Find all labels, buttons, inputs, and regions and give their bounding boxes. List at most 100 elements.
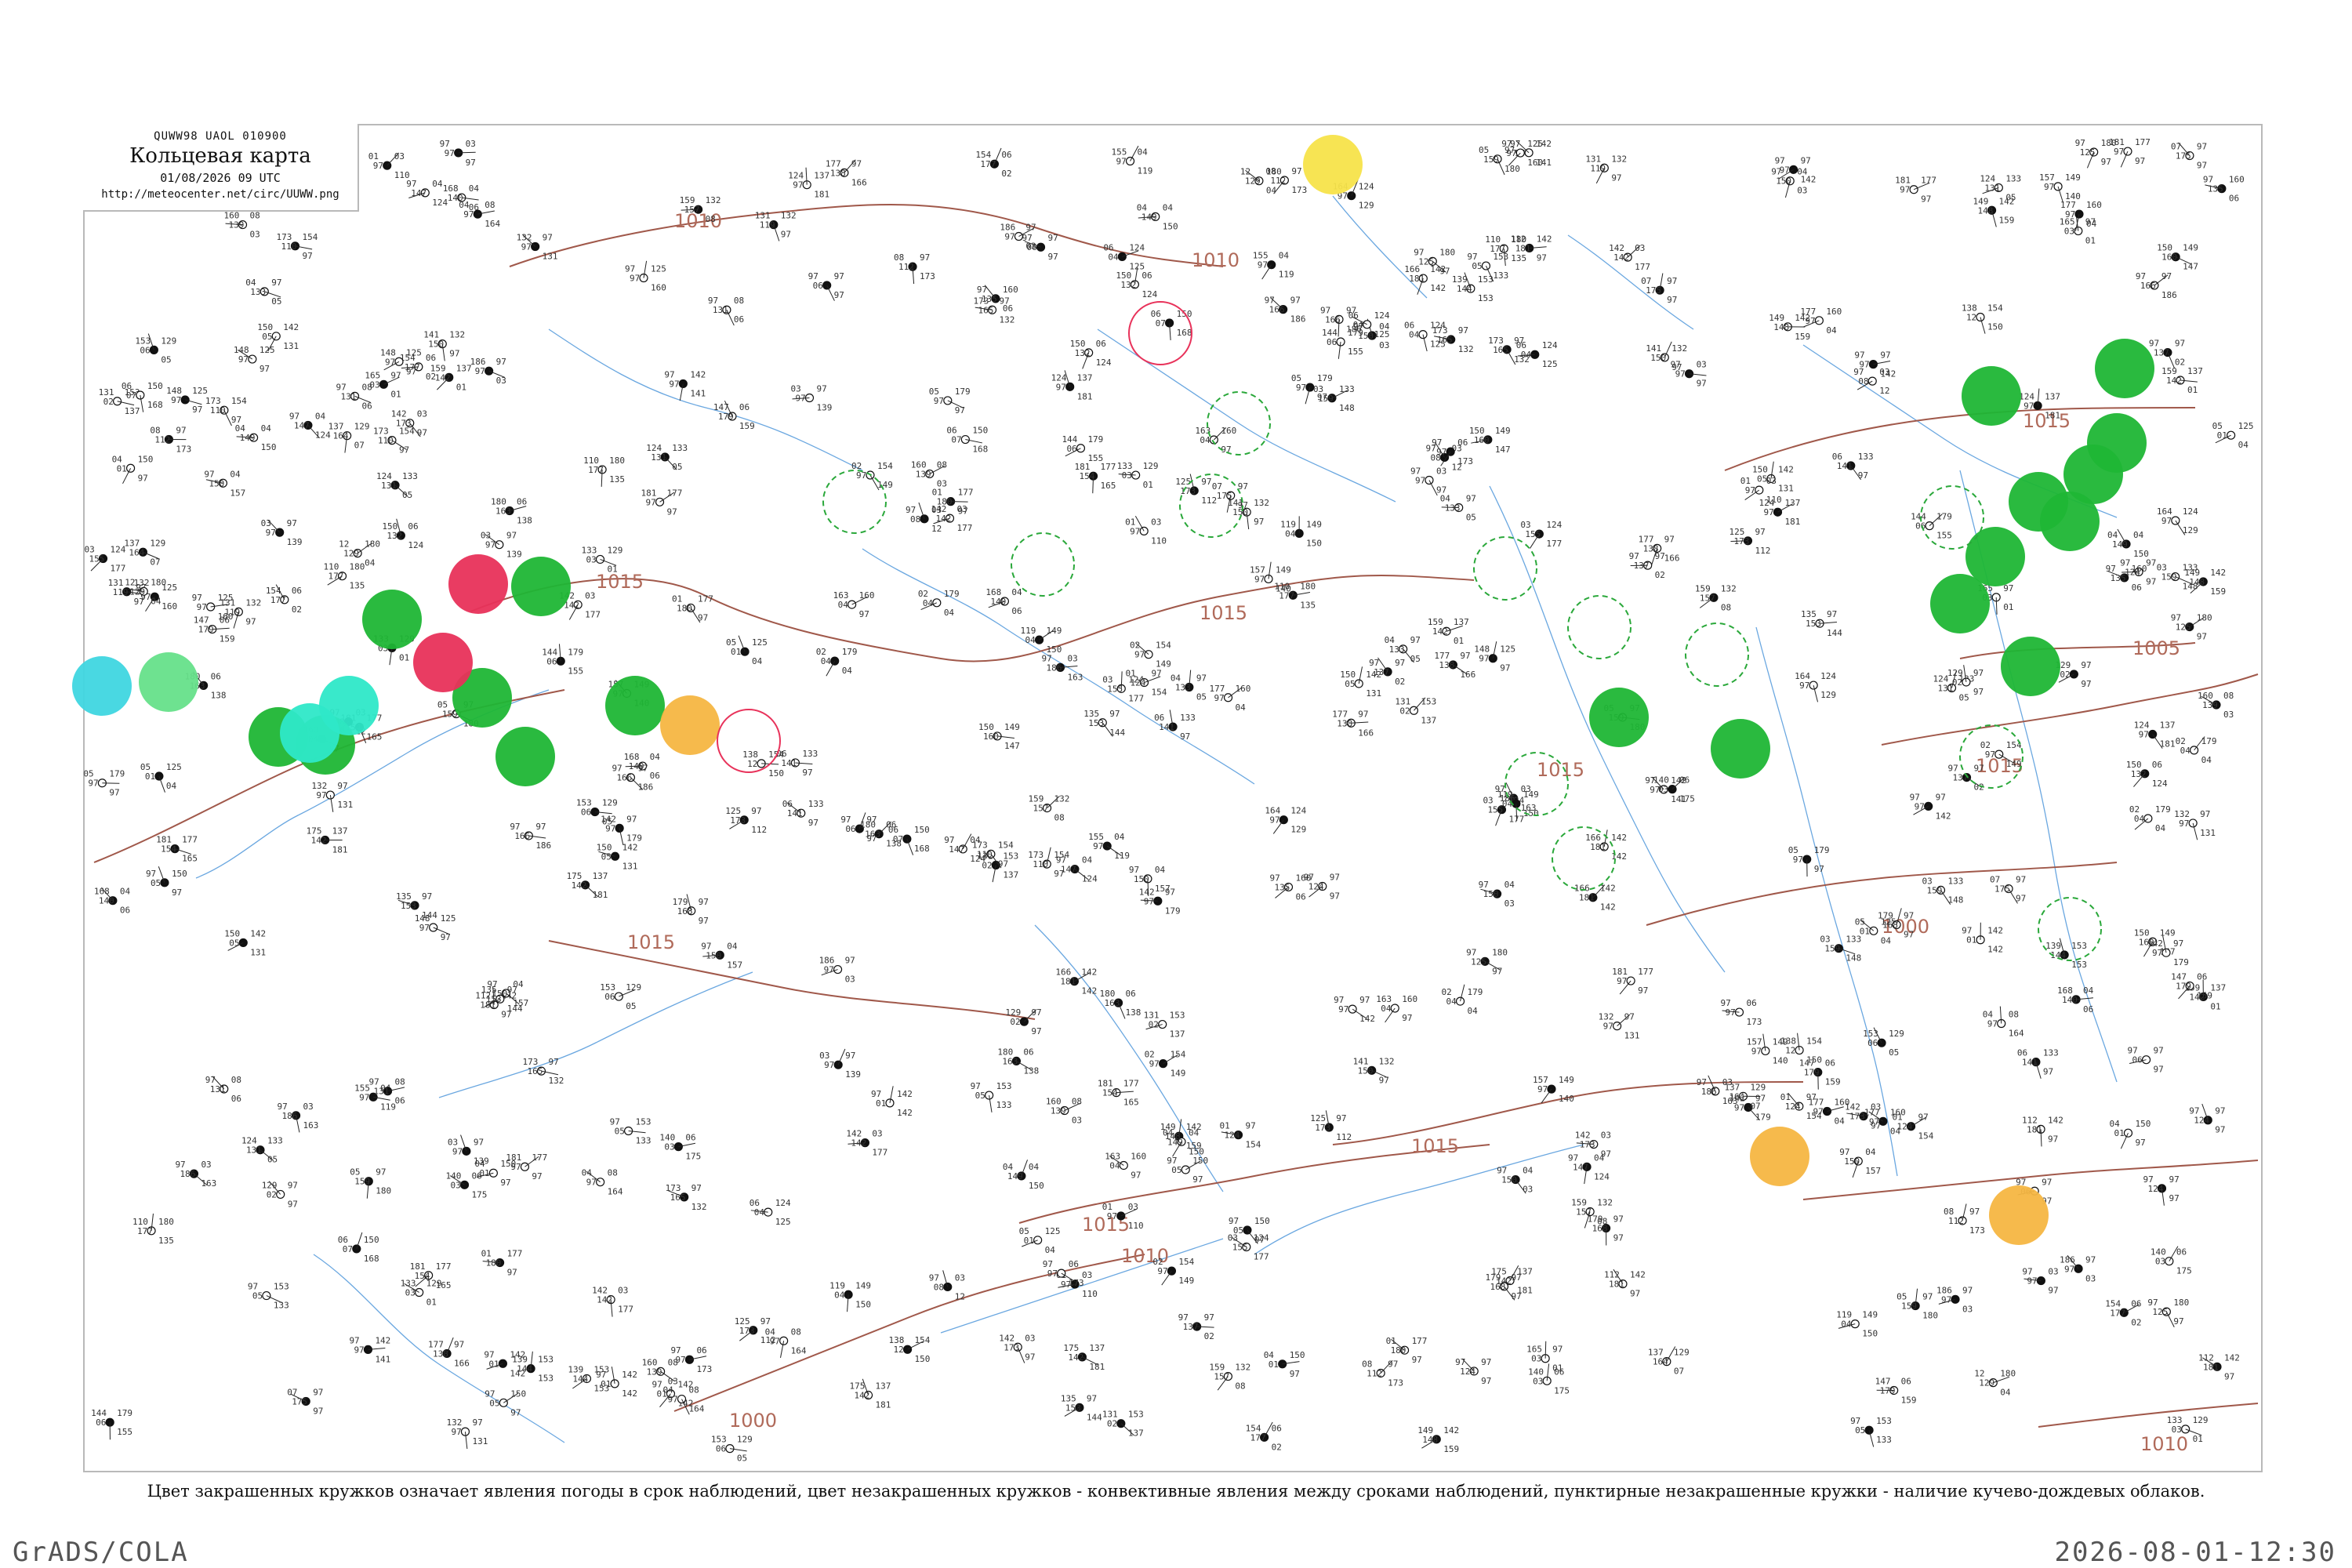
station-value: 147 [294, 420, 310, 430]
station-value: 06 [2132, 1055, 2143, 1065]
station-value: 129 [608, 545, 623, 555]
station-value: 179 [944, 589, 960, 599]
station-value: 97 [231, 415, 241, 425]
station-value: 97 [2048, 1134, 2058, 1144]
station-plot: 97 9713702 [1178, 1312, 1214, 1341]
station-value: 97 [1514, 336, 1524, 346]
station-plot: 08 97112173 [1944, 1203, 1985, 1236]
station-value: 181 [2027, 1124, 2042, 1134]
station-value: 179 [1880, 1385, 1896, 1396]
station-value: 177 [585, 609, 601, 619]
station-value: 181 [1060, 977, 1076, 987]
station-value: 97 [1481, 1357, 1491, 1367]
station-value: 165 [670, 1192, 686, 1203]
station-value: 142 [1537, 234, 1552, 244]
station-value: 160 [1402, 994, 1417, 1004]
station-value: 97 [359, 1092, 369, 1102]
station-plot: 168 0414006 [94, 887, 131, 916]
station-value: 97 [1697, 379, 1707, 389]
station-value: 160 [162, 601, 177, 612]
station-value: 97 [824, 965, 834, 975]
station-value: 02 [1010, 1017, 1020, 1027]
station-value: 133 [1445, 503, 1461, 513]
station-value: 164 [129, 547, 144, 557]
station-value: 141 [690, 388, 706, 398]
station-value: 181 [332, 844, 348, 855]
station-value: 97 [316, 790, 326, 800]
station-value: 124 [1254, 1233, 1269, 1243]
station-plot: 06 15007168 [946, 426, 988, 455]
station-value: 125 [752, 637, 768, 648]
station-value: 97 [1402, 1013, 1412, 1023]
station-plot: 125 97173112 [1729, 527, 1770, 556]
station-value: 97 [1109, 709, 1120, 719]
station-value: 97 [507, 1268, 517, 1278]
station-value: 124 [1546, 520, 1562, 530]
station-value: 04 [1108, 252, 1119, 262]
station-value: 153 [1170, 1011, 1185, 1021]
station-value: 149 [877, 480, 893, 490]
station-value: 05 [262, 332, 272, 342]
station-plot: 06 13314197 [1154, 710, 1196, 742]
station-value: 03 [303, 1102, 314, 1112]
station-value: 173 [1291, 185, 1307, 195]
station-value: 12 [747, 759, 757, 769]
station-value: 97 [2081, 679, 2091, 689]
station-value: 97 [2016, 875, 2026, 885]
station-value: 97 [1290, 296, 1301, 306]
station-plot: 12413313105 [241, 1136, 283, 1165]
station-value: 165 [182, 854, 198, 864]
station-value: 97 [138, 473, 148, 483]
station-value: 97 [1664, 534, 1675, 544]
station-value: 179 [117, 1408, 132, 1418]
station-value: 97 [2085, 1254, 2096, 1265]
station-value: 124 [2183, 506, 2198, 517]
station-value: 97 [548, 1057, 558, 1067]
station-value: 131 [337, 800, 353, 810]
station-value: 175 [1679, 794, 1695, 804]
station-value: 97 [1025, 223, 1036, 233]
station-value: 97 [1987, 1018, 1998, 1029]
station-value: 179 [198, 625, 214, 635]
station-plot: 97 0813106 [708, 296, 744, 326]
station-value: 148 [1422, 1435, 1438, 1445]
station-plot: 97970697 [808, 271, 844, 301]
station-value: 180 [158, 1217, 174, 1227]
station-value: 02 [1655, 570, 1665, 580]
station-value: 03 [496, 376, 506, 386]
station-value: 03 [1601, 1131, 1611, 1141]
station-value: 97 [2048, 1286, 2058, 1296]
station-value: 03 [2064, 227, 2074, 237]
map-canvas: 1010101010151015101510151015101510151015… [72, 135, 2259, 1464]
station-plot: 97 9713702 [1369, 657, 1405, 687]
station-value: 165 [527, 1066, 543, 1076]
station-value: 186 [180, 1169, 195, 1179]
station-value: 04 [1381, 1004, 1392, 1014]
station-value: 97 [1269, 815, 1279, 826]
station-plot: 04 9713305 [1171, 670, 1207, 702]
station-value: 06 [395, 1096, 405, 1106]
station-value: 138 [886, 839, 902, 849]
station-value: 06 [1069, 1259, 1079, 1269]
station-plot: 9714297141 [349, 1335, 390, 1364]
station-plot: 181 1779797 [1895, 176, 1936, 205]
station-value: 142 [1432, 626, 1448, 637]
station-value: 181 [593, 890, 608, 900]
station-value: 06 [581, 808, 591, 818]
station-value: 06 [1679, 775, 1690, 786]
station-plot: 03 133159148 [1313, 384, 1355, 413]
station-value: 03 [1722, 1077, 1733, 1087]
station-value: 133 [1876, 1435, 1892, 1445]
station-value: 141 [781, 758, 797, 768]
station-plot: 04 1500197 [474, 1159, 516, 1188]
station-value: 147 [1495, 445, 1511, 455]
station-value: 142 [622, 1388, 637, 1399]
station-value: 08 [1597, 1217, 1607, 1227]
station-value: 150 [855, 1299, 871, 1309]
station-plot: 181 1779797 [1612, 967, 1653, 996]
station-plot: 181177154165 [1075, 462, 1116, 494]
station-plot: 05 1799797 [1788, 845, 1830, 877]
cb-cloud-ring [2038, 897, 2102, 961]
station-value: 97 [1481, 1376, 1491, 1386]
station-value: 97 [1415, 475, 1425, 485]
